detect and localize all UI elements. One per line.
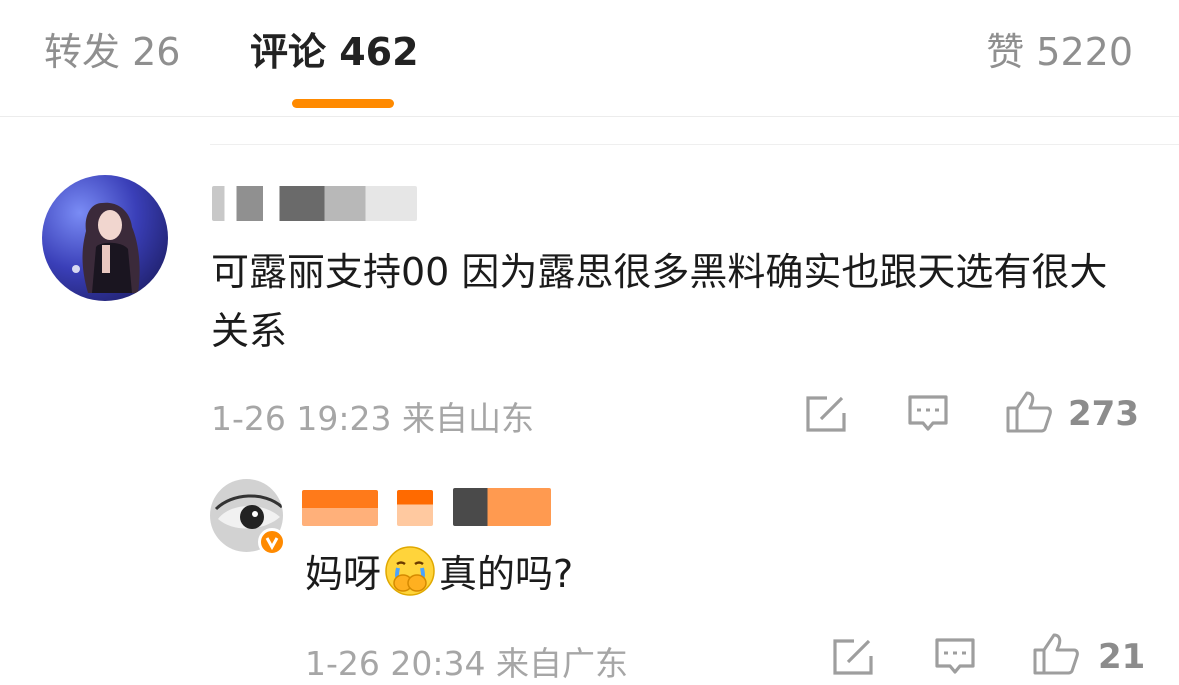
reply-text-after: 真的吗?	[439, 552, 574, 596]
verified-badge-icon	[258, 528, 286, 556]
tab-repost[interactable]: 转发 26	[44, 26, 180, 78]
tab-like[interactable]: 赞 5220	[986, 26, 1133, 78]
like-icon[interactable]	[1032, 632, 1080, 676]
repost-icon[interactable]	[805, 395, 847, 433]
divider	[210, 144, 1179, 145]
reply-text: 妈呀 真的吗?	[305, 545, 573, 604]
like-icon[interactable]	[1005, 390, 1053, 434]
comment-icon[interactable]	[934, 637, 976, 677]
comment-time-location: 1-26 19:23 来自山东	[211, 399, 534, 438]
username-redacted	[397, 490, 433, 526]
comment-icon[interactable]	[907, 394, 949, 434]
tab-bar: 转发 26 评论 462 赞 5220	[0, 0, 1179, 117]
like-count: 21	[1098, 637, 1146, 677]
repost-icon[interactable]	[832, 638, 874, 676]
comment-text: 可露丽支持00 因为露思很多黑料确实也跟天选有很大关系	[211, 250, 1108, 353]
username-redacted	[453, 488, 551, 526]
tab-comment[interactable]: 评论 462	[250, 26, 419, 78]
username-redacted[interactable]	[212, 186, 417, 221]
like-count: 273	[1068, 394, 1139, 434]
reply-text-before: 妈呀	[305, 552, 382, 596]
crying-face-emoji-icon	[385, 546, 435, 596]
active-tab-indicator	[292, 99, 394, 108]
avatar[interactable]	[42, 175, 168, 301]
username-redacted[interactable]	[302, 490, 378, 526]
